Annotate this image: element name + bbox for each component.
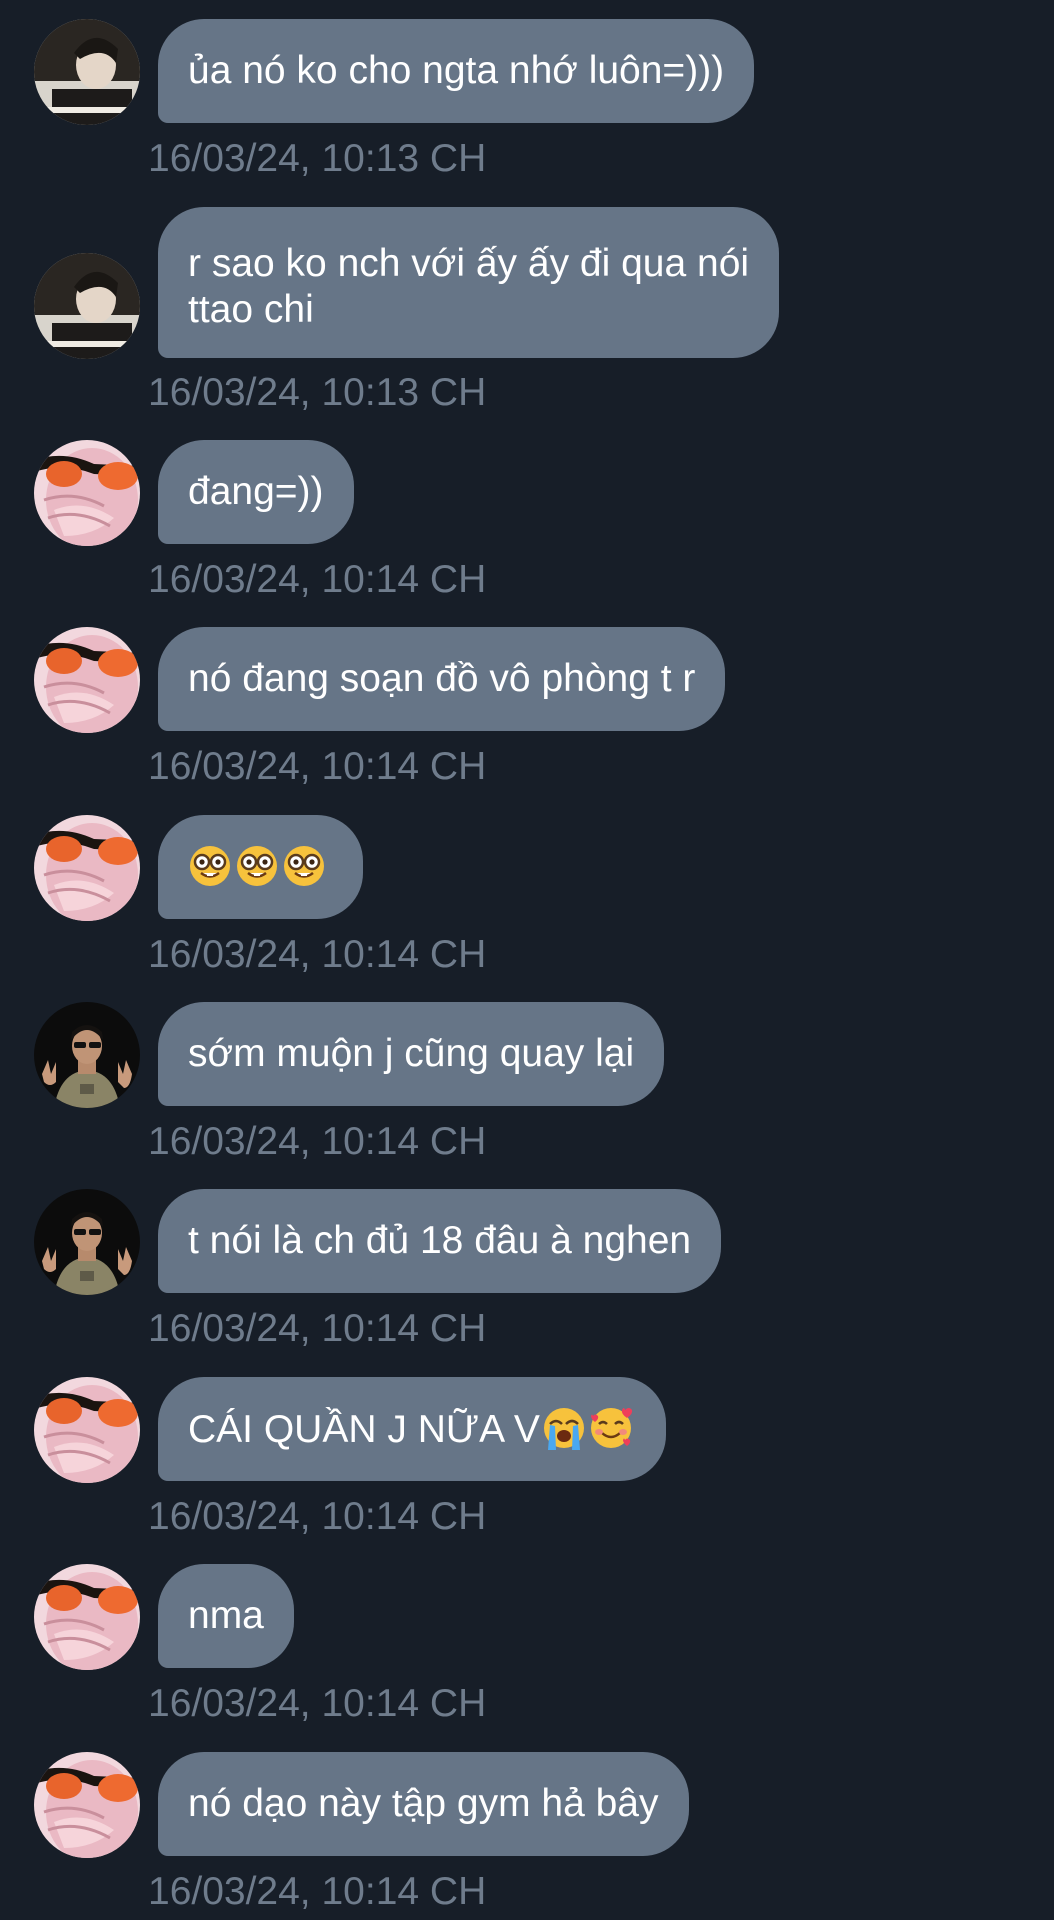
smiling-face-with-hearts-emoji (590, 1408, 633, 1448)
avatar-image (34, 815, 140, 921)
message-bubble[interactable]: nma (158, 1564, 294, 1668)
avatar-image (34, 1752, 140, 1858)
message-bubble[interactable]: CÁI QUẦN J NỮA V (158, 1377, 666, 1481)
message-bubble[interactable]: r sao ko nch với ấy ấy đi qua nói ttao c… (158, 207, 780, 358)
emoji-row (188, 844, 333, 891)
message-bubble[interactable]: sớm muộn j cũng quay lại (158, 1002, 665, 1106)
message-text: nó đang soạn đồ vô phòng t r (188, 657, 696, 700)
avatar-user-b[interactable] (34, 1752, 140, 1858)
message-bubble[interactable]: ủa nó ko cho ngta nhớ luôn=))) (158, 19, 755, 123)
avatar-user-a[interactable] (34, 19, 140, 125)
avatar-user-b[interactable] (34, 1377, 140, 1483)
message-text: CÁI QUẦN J NỮA V (188, 1408, 540, 1451)
message-text: sớm muộn j cũng quay lại (188, 1032, 635, 1075)
message-text: đang=)) (188, 470, 324, 513)
message-timestamp: 16/03/24, 10:14 CH (148, 1682, 487, 1725)
nerd-face-emoji (284, 846, 324, 886)
message-text: t nói là ch đủ 18 đâu à nghen (188, 1219, 692, 1262)
message-timestamp: 16/03/24, 10:14 CH (148, 1495, 487, 1538)
message-bubble[interactable] (158, 815, 363, 919)
message-timestamp: 16/03/24, 10:13 CH (148, 137, 487, 180)
avatar-user-b[interactable] (34, 1564, 140, 1670)
avatar-user-a[interactable] (34, 253, 140, 359)
loudly-crying-face-emoji (543, 1408, 584, 1450)
avatar-user-b[interactable] (34, 627, 140, 733)
message-text: nma (188, 1594, 264, 1637)
avatar-user-b[interactable] (34, 440, 140, 546)
avatar-image (34, 1189, 140, 1295)
message-timestamp: 16/03/24, 10:14 CH (148, 933, 487, 976)
message-timestamp: 16/03/24, 10:14 CH (148, 1870, 487, 1913)
avatar-image (34, 253, 140, 359)
message-content: CÁI QUẦN J NỮA V (188, 1406, 636, 1453)
message-timestamp: 16/03/24, 10:14 CH (148, 1307, 487, 1350)
message-timestamp: 16/03/24, 10:14 CH (148, 1120, 487, 1163)
avatar-image (34, 627, 140, 733)
chat-thread[interactable]: ủa nó ko cho ngta nhớ luôn=))) 16/03/24,… (0, 0, 1054, 1920)
message-timestamp: 16/03/24, 10:14 CH (148, 745, 487, 788)
nerd-face-emoji (237, 846, 277, 886)
avatar-image (34, 1002, 140, 1108)
message-text: nó dạo này tập gym hả bây (188, 1782, 659, 1825)
nerd-face-emoji (190, 846, 230, 886)
message-bubble[interactable]: t nói là ch đủ 18 đâu à nghen (158, 1189, 722, 1293)
avatar-image (34, 1564, 140, 1670)
message-text-line: ttao chi (188, 288, 314, 331)
avatar-user-c[interactable] (34, 1002, 140, 1108)
message-bubble[interactable]: đang=)) (158, 440, 354, 544)
avatar-image (34, 1377, 140, 1483)
avatar-user-c[interactable] (34, 1189, 140, 1295)
message-text-line: r sao ko nch với ấy ấy đi qua nói (188, 242, 750, 285)
message-timestamp: 16/03/24, 10:13 CH (148, 371, 487, 414)
avatar-user-b[interactable] (34, 815, 140, 921)
message-bubble[interactable]: nó đang soạn đồ vô phòng t r (158, 627, 726, 731)
avatar-image (34, 440, 140, 546)
message-text: ủa nó ko cho ngta nhớ luôn=))) (188, 49, 725, 92)
message-timestamp: 16/03/24, 10:14 CH (148, 558, 487, 601)
avatar-image (34, 19, 140, 125)
message-bubble[interactable]: nó dạo này tập gym hả bây (158, 1752, 689, 1856)
